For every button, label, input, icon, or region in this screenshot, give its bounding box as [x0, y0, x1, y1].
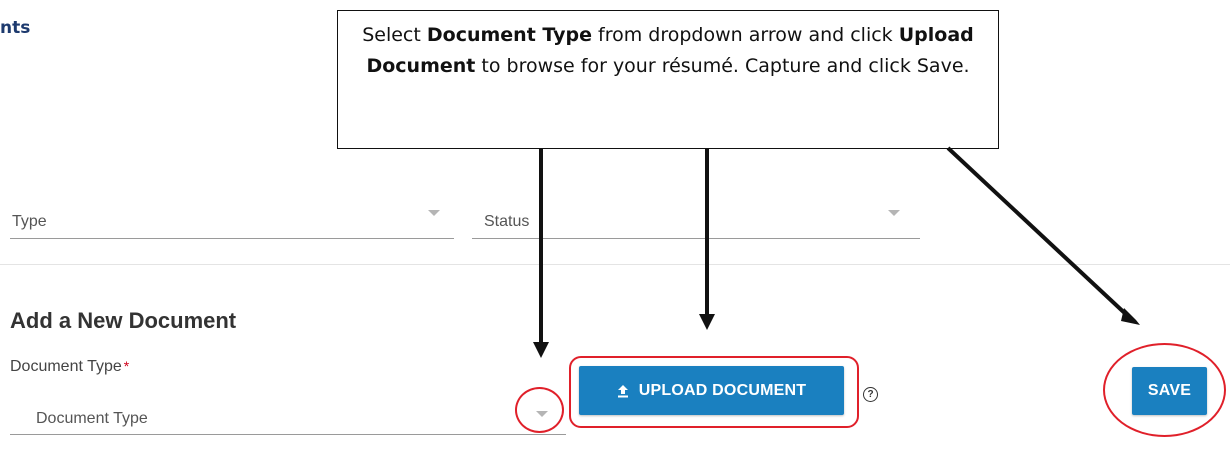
arrowhead-dropdown	[533, 342, 549, 358]
arrowhead-save	[1121, 308, 1140, 325]
annotation-arrows	[533, 146, 1140, 358]
arrow-to-save	[946, 146, 1132, 320]
arrowhead-upload	[699, 314, 715, 330]
